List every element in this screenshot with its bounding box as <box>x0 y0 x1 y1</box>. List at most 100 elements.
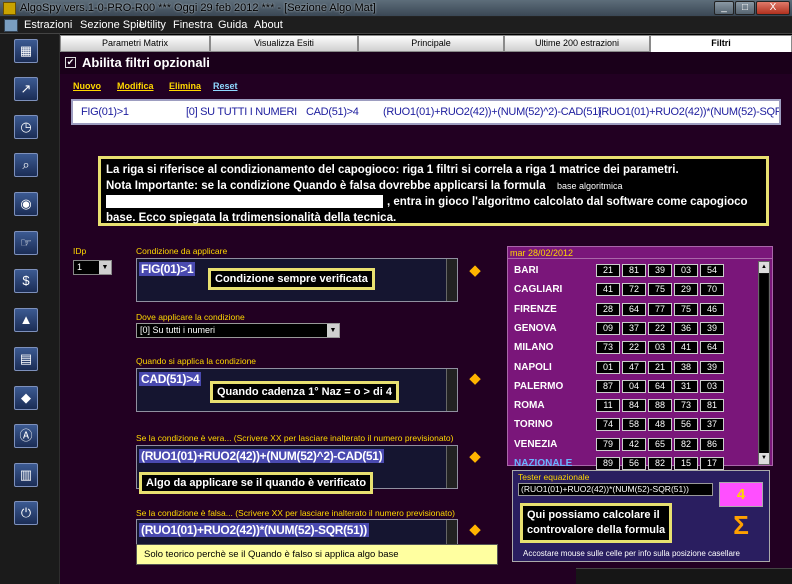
tab-visualizza-esiti[interactable]: Visualizza Esiti <box>210 35 358 52</box>
minimize-button[interactable]: _ <box>714 1 734 15</box>
estratto-cell[interactable]: 39 <box>700 321 724 335</box>
diamond-icon[interactable]: ◆ <box>466 521 484 539</box>
scroll-down-icon[interactable]: ▼ <box>759 453 769 464</box>
abilita-filtri-checkbox[interactable]: ✔ <box>65 57 76 68</box>
tab-principale[interactable]: Principale <box>358 35 504 52</box>
estratto-cell[interactable]: 54 <box>700 264 724 277</box>
reset-link[interactable]: Reset <box>213 81 238 91</box>
pointer-hand-icon[interactable]: ☞ <box>14 231 38 255</box>
estratto-cell[interactable]: 38 <box>674 360 698 374</box>
estratto-cell[interactable]: 74 <box>596 418 620 432</box>
estratto-cell[interactable]: 01 <box>596 360 620 374</box>
estratto-cell[interactable]: 56 <box>622 457 646 470</box>
document-icon[interactable] <box>4 19 18 32</box>
vera-scrollbar[interactable] <box>446 446 457 488</box>
estratto-cell[interactable]: 41 <box>674 341 698 355</box>
estratto-cell[interactable]: 72 <box>622 283 646 297</box>
chevron-down-icon[interactable]: ▼ <box>327 324 339 337</box>
menu-guida[interactable]: Guida <box>218 19 247 31</box>
estratto-cell[interactable]: 86 <box>700 437 724 451</box>
estratto-cell[interactable]: 31 <box>674 379 698 393</box>
quando-scrollbar[interactable] <box>446 369 457 411</box>
estratto-cell[interactable]: 79 <box>596 437 620 451</box>
estratto-cell[interactable]: 82 <box>648 457 672 470</box>
estratto-cell[interactable]: 47 <box>622 360 646 374</box>
tab-filtri[interactable]: Filtri <box>650 35 792 52</box>
bulb-icon[interactable]: ◉ <box>14 192 38 216</box>
menu-estrazioni[interactable]: Estrazioni <box>24 19 72 31</box>
estratto-cell[interactable]: 37 <box>700 418 724 432</box>
estratto-cell[interactable]: 21 <box>596 264 620 277</box>
maximize-button[interactable]: □ <box>735 1 755 15</box>
estratto-cell[interactable]: 22 <box>648 321 672 335</box>
estratto-cell[interactable]: 70 <box>700 283 724 297</box>
estratto-cell[interactable]: 36 <box>674 321 698 335</box>
estratto-cell[interactable]: 48 <box>648 418 672 432</box>
diamond-icon[interactable]: ◆ <box>466 448 484 466</box>
chevron-down-icon[interactable]: ▼ <box>99 261 111 274</box>
grid-icon[interactable]: ▤ <box>14 347 38 371</box>
power-icon[interactable]: ⏻ <box>14 501 38 525</box>
arrows-icon[interactable]: ↗ <box>14 77 38 101</box>
clock-icon[interactable]: ◷ <box>14 115 38 139</box>
estratto-cell[interactable]: 42 <box>622 437 646 451</box>
diamond-icon[interactable]: ◆ <box>466 370 484 388</box>
letter-a-icon[interactable]: Ⓐ <box>14 424 38 448</box>
estratto-cell[interactable]: 64 <box>700 341 724 355</box>
estratto-cell[interactable]: 77 <box>648 302 672 316</box>
estratto-cell[interactable]: 73 <box>674 399 698 413</box>
idp-select[interactable]: 1 ▼ <box>73 260 112 275</box>
menu-sezione-spie[interactable]: Sezione Spie <box>80 19 145 31</box>
close-button[interactable]: X <box>756 1 790 15</box>
estratto-cell[interactable]: 89 <box>596 457 620 470</box>
estratto-cell[interactable]: 37 <box>622 321 646 335</box>
tab-parametri-matrix[interactable]: Parametri Matrix <box>60 35 210 52</box>
estratto-cell[interactable]: 39 <box>700 360 724 374</box>
estratto-cell[interactable]: 29 <box>674 283 698 297</box>
estratto-cell[interactable]: 88 <box>648 399 672 413</box>
estrazione-scrollbar[interactable]: ▲ ▼ <box>758 261 770 465</box>
elimina-link[interactable]: Elimina <box>169 81 201 91</box>
estratto-cell[interactable]: 28 <box>596 302 620 316</box>
book-icon[interactable]: ▥ <box>14 463 38 487</box>
filter-row[interactable]: FIG(01)>1 [0] SU TUTTI I NUMERI CAD(51)>… <box>71 99 781 125</box>
estratto-cell[interactable]: 81 <box>700 399 724 413</box>
telescope-icon[interactable]: ⌕ <box>14 153 38 177</box>
diamond-icon[interactable]: ◆ <box>466 262 484 280</box>
estratto-cell[interactable]: 82 <box>674 437 698 451</box>
tree-icon[interactable]: ▲ <box>14 308 38 332</box>
dollar-icon[interactable]: $ <box>14 269 38 293</box>
estratto-cell[interactable]: 41 <box>596 283 620 297</box>
condizione-scrollbar[interactable] <box>446 259 457 301</box>
estratto-cell[interactable]: 87 <box>596 379 620 393</box>
estratto-cell[interactable]: 65 <box>648 437 672 451</box>
estratto-cell[interactable]: 58 <box>622 418 646 432</box>
estratto-cell[interactable]: 11 <box>596 399 620 413</box>
estratto-cell[interactable]: 22 <box>622 341 646 355</box>
dove-select[interactable]: [0] Su tutti i numeri ▼ <box>136 323 340 338</box>
scroll-up-icon[interactable]: ▲ <box>759 262 769 273</box>
tab-ultime-200[interactable]: Ultime 200 estrazioni <box>504 35 650 52</box>
estratto-cell[interactable]: 09 <box>596 321 620 335</box>
estratto-cell[interactable]: 03 <box>674 264 698 277</box>
estratto-cell[interactable]: 03 <box>648 341 672 355</box>
estratto-cell[interactable]: 81 <box>622 264 646 277</box>
estratto-cell[interactable]: 64 <box>648 379 672 393</box>
estratto-cell[interactable]: 75 <box>648 283 672 297</box>
estratto-cell[interactable]: 46 <box>700 302 724 316</box>
sigma-icon[interactable]: Σ <box>729 511 753 539</box>
estratto-cell[interactable]: 73 <box>596 341 620 355</box>
menu-utility[interactable]: Utility <box>139 19 166 31</box>
estratto-cell[interactable]: 17 <box>700 457 724 470</box>
menu-about[interactable]: About <box>254 19 283 31</box>
tester-formula-input[interactable]: (RUO1(01)+RUO2(42))*(NUM(52)-SQR(51)) <box>518 483 713 496</box>
estratto-cell[interactable]: 03 <box>700 379 724 393</box>
menu-finestra[interactable]: Finestra <box>173 19 213 31</box>
estratto-cell[interactable]: 21 <box>648 360 672 374</box>
estratto-cell[interactable]: 64 <box>622 302 646 316</box>
estratto-cell[interactable]: 39 <box>648 264 672 277</box>
calendar-icon[interactable]: ▦ <box>14 39 38 63</box>
estratto-cell[interactable]: 15 <box>674 457 698 470</box>
estratto-cell[interactable]: 04 <box>622 379 646 393</box>
estratto-cell[interactable]: 56 <box>674 418 698 432</box>
